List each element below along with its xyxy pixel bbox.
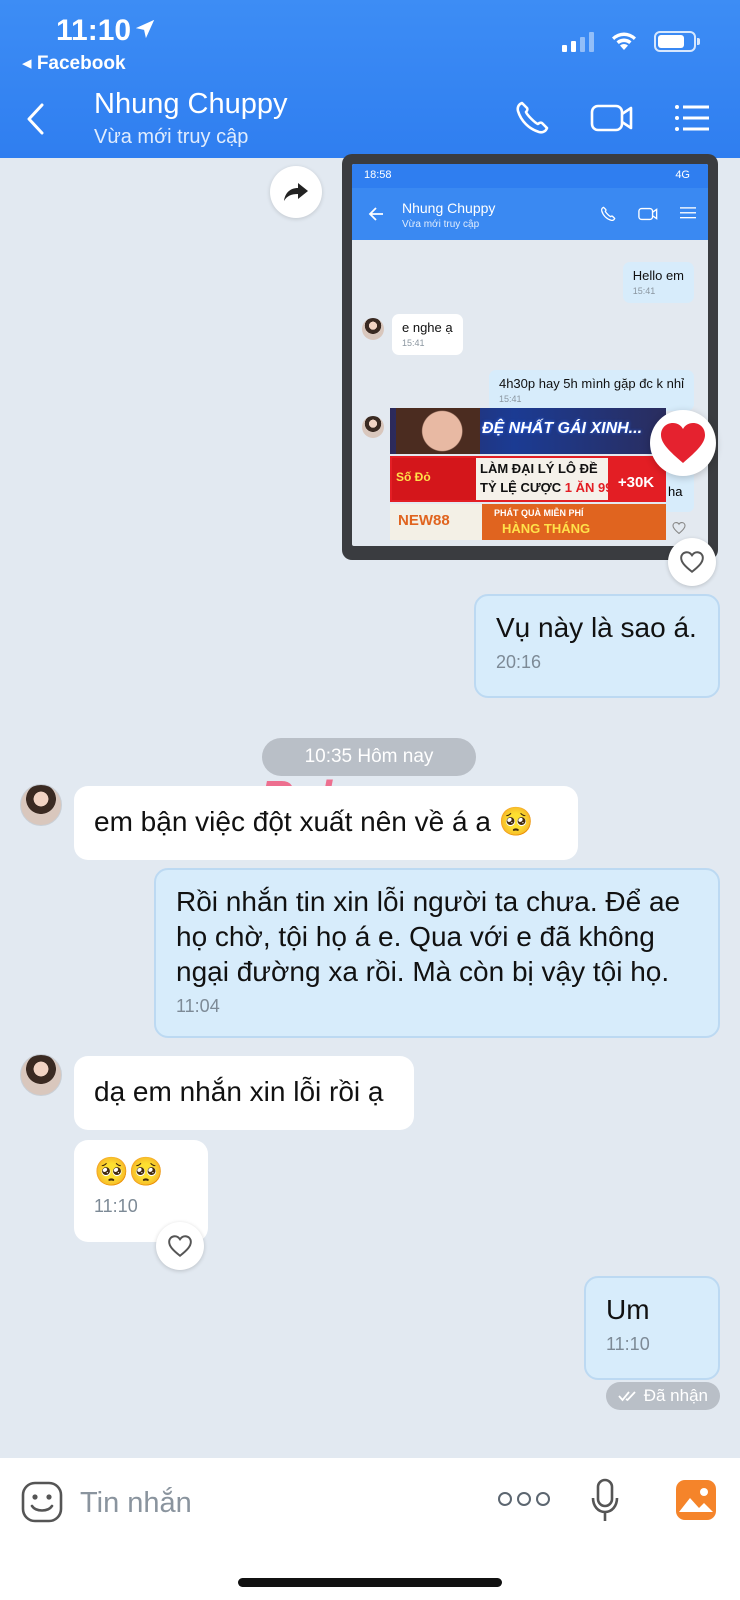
ad-bonus: +30K: [608, 458, 664, 500]
ad-logo: Số Đỏ: [392, 458, 476, 500]
ad-banner-1: ĐỆ NHẤT GÁI XINH...: [390, 408, 666, 454]
microphone-icon[interactable]: [590, 1478, 620, 1524]
message-time: 11:04: [176, 996, 220, 1016]
ad-text: PHÁT QUÀ MIỄN PHÍ: [494, 508, 584, 518]
embedded-phone-icon: [601, 206, 616, 221]
message-bubble-incoming[interactable]: em bận việc đột xuất nên về á a 🥺: [74, 786, 578, 860]
embedded-message-time: 15:41: [402, 338, 425, 348]
embedded-video-icon: [638, 207, 658, 221]
message-bubble-outgoing[interactable]: Rồi nhắn tin xin lỗi người ta chưa. Để a…: [154, 868, 720, 1038]
embedded-avatar: [362, 416, 384, 438]
ad-banner-2: Số Đỏ LÀM ĐẠI LÝ LÔ ĐỀ TỶ LỆ CƯỢC 1 ĂN 9…: [390, 456, 666, 502]
embedded-back-icon: [368, 207, 383, 221]
message-input-bar: [0, 1458, 740, 1600]
embedded-header: Nhung Chuppy Vừa mới truy cập: [352, 188, 708, 240]
heart-outline-icon: [680, 551, 704, 573]
status-icons: [562, 30, 700, 52]
forward-arrow-icon: [284, 183, 308, 201]
ad-face-image: [396, 408, 480, 454]
heart-reaction[interactable]: [650, 410, 716, 476]
contact-name[interactable]: Nhung Chuppy: [94, 88, 287, 121]
ad-banner-3: NEW88 PHÁT QUÀ MIỄN PHÍ HÀNG THÁNG: [390, 504, 666, 540]
back-to-facebook-link[interactable]: ◂ Facebook: [22, 52, 126, 75]
double-check-icon: [618, 1391, 636, 1402]
ad-odds-label: TỶ LỆ CƯỢC: [480, 480, 562, 495]
message-text: dạ em nhắn xin lỗi rồi ạ: [94, 1076, 384, 1107]
delivery-status-label: Đã nhận: [643, 1386, 708, 1405]
embedded-message-out: ha: [664, 470, 694, 512]
phone-call-icon[interactable]: [514, 100, 550, 136]
delivery-status: Đã nhận: [605, 1382, 720, 1410]
message-text: 🥺🥺: [94, 1156, 164, 1187]
embedded-network: 4G: [675, 169, 690, 181]
heart-outline-icon: [168, 1235, 192, 1257]
embedded-menu-icon: [680, 207, 696, 219]
message-bubble-outgoing[interactable]: Um 11:10: [584, 1276, 720, 1380]
message-text: Vụ này là sao á.: [496, 612, 697, 643]
embedded-heart-icon: [672, 522, 686, 534]
location-arrow-icon: [135, 19, 155, 39]
embedded-message-text: 4h30p hay 5h mình gặp đc k nhỉ: [498, 376, 684, 391]
dot-icon: [517, 1492, 531, 1506]
red-heart-icon: [661, 423, 705, 463]
message-time: 20:16: [496, 652, 542, 672]
message-bubble-incoming[interactable]: dạ em nhắn xin lỗi rồi ạ: [74, 1056, 414, 1130]
ad-logo: NEW88: [390, 504, 482, 540]
ad-text: TỶ LỆ CƯỢC 1 ĂN 99.5: [480, 480, 623, 495]
back-button[interactable]: [24, 102, 46, 136]
gallery-image-icon[interactable]: [674, 1478, 718, 1522]
share-button[interactable]: [270, 166, 322, 218]
message-time: 11:10: [94, 1196, 138, 1216]
dot-icon: [536, 1492, 550, 1506]
embedded-message-text: e nghe ạ: [402, 320, 453, 335]
contact-status: Vừa mới truy cập: [94, 126, 249, 148]
sticker-emoji-icon[interactable]: [20, 1480, 64, 1524]
home-indicator: [238, 1578, 502, 1587]
embedded-time: 18:58: [364, 169, 392, 181]
avatar[interactable]: [20, 1054, 62, 1096]
image-message[interactable]: 18:58 4G Nhung Chuppy Vừa mới truy cập H…: [342, 154, 718, 560]
header-actions: [514, 100, 710, 136]
menu-list-icon[interactable]: [674, 103, 710, 133]
embedded-contact-name: Nhung Chuppy: [402, 200, 496, 216]
chat-header: 11:10 ◂ Facebook Nhung Chuppy Vừa mới tr…: [0, 0, 740, 158]
react-button[interactable]: [668, 538, 716, 586]
cellular-signal-icon: [562, 30, 594, 52]
ad-text: HÀNG THÁNG: [502, 521, 591, 536]
embedded-screenshot: 18:58 4G Nhung Chuppy Vừa mới truy cập H…: [352, 164, 708, 546]
more-options-button[interactable]: [498, 1492, 550, 1506]
embedded-header-icons: [600, 206, 696, 222]
embedded-message-out: Hello em 15:41: [622, 262, 694, 303]
embedded-avatar: [362, 318, 384, 340]
embedded-message-time: 15:41: [632, 286, 656, 296]
video-call-icon[interactable]: [590, 102, 634, 134]
battery-icon: [654, 30, 700, 52]
react-button[interactable]: [156, 1222, 204, 1270]
message-text: Um: [606, 1294, 650, 1325]
message-time: 11:10: [606, 1334, 650, 1354]
embedded-contact-status: Vừa mới truy cập: [402, 219, 480, 230]
ad-text: LÀM ĐẠI LÝ LÔ ĐỀ: [480, 461, 598, 476]
message-bubble-outgoing[interactable]: Vụ này là sao á. 20:16: [474, 594, 720, 698]
embedded-message-text: Hello em: [632, 268, 684, 283]
embedded-status-bar: 18:58 4G: [352, 164, 708, 188]
embedded-message-in: e nghe ạ 15:41: [392, 314, 463, 355]
status-time: 11:10: [56, 14, 132, 47]
avatar[interactable]: [20, 784, 62, 826]
embedded-message-out: 4h30p hay 5h mình gặp đc k nhỉ 15:41: [488, 370, 694, 411]
message-text: em bận việc đột xuất nên về á a 🥺: [94, 806, 534, 837]
dot-icon: [498, 1492, 512, 1506]
wifi-icon: [612, 32, 636, 50]
chat-area[interactable]: 18:58 4G Nhung Chuppy Vừa mới truy cập H…: [0, 154, 740, 1458]
message-text: Rồi nhắn tin xin lỗi người ta chưa. Để a…: [176, 886, 681, 987]
ad-text: ĐỆ NHẤT GÁI XINH...: [482, 420, 643, 437]
embedded-message-time: 15:41: [498, 394, 522, 404]
message-input[interactable]: [80, 1478, 460, 1528]
